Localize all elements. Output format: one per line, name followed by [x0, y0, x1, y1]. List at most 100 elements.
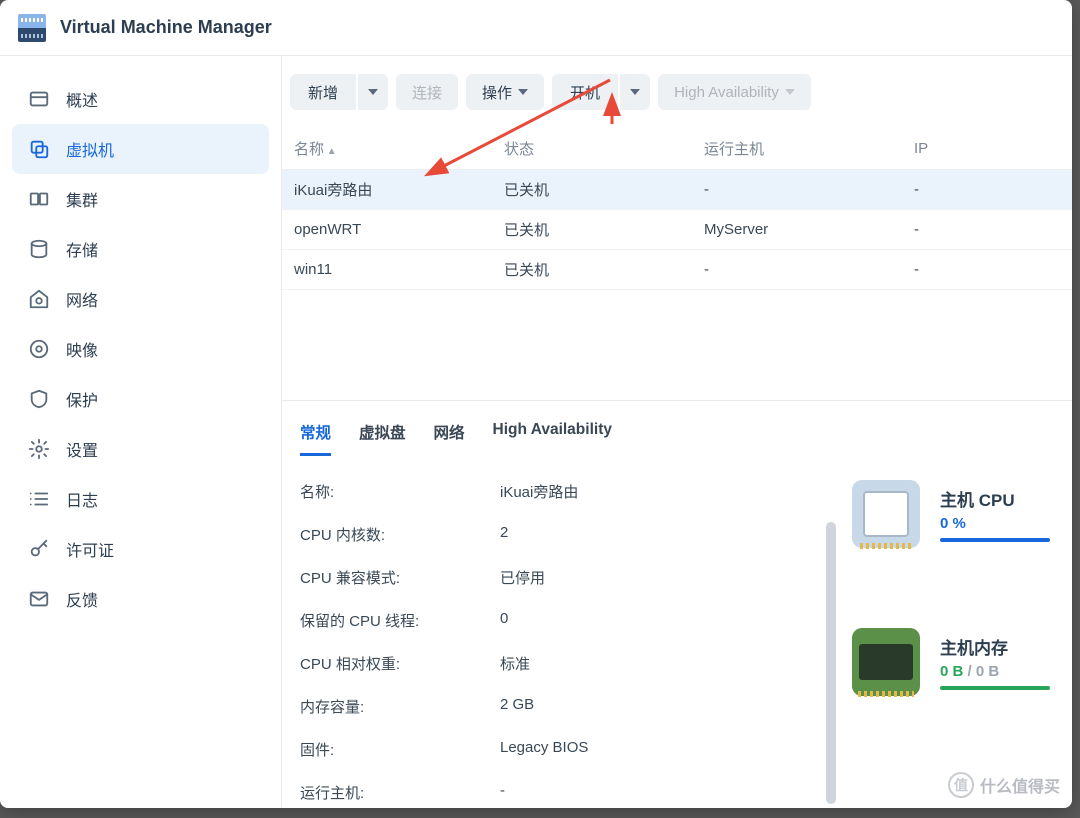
- sidebar-label: 许可证: [66, 537, 114, 561]
- spec-val: -: [500, 782, 505, 803]
- cell-host: MyServer: [692, 210, 902, 250]
- caret-down-icon: [630, 89, 640, 95]
- sidebar-item-vms[interactable]: 虚拟机: [12, 124, 269, 174]
- spec-val: 标准: [500, 653, 530, 674]
- add-button[interactable]: 新增: [290, 74, 356, 110]
- spec-row: CPU 相对权重:标准: [300, 642, 820, 685]
- spec-val: 2 GB: [500, 696, 534, 717]
- sidebar-label: 概述: [66, 87, 98, 111]
- mail-icon: [28, 588, 50, 610]
- image-icon: [28, 338, 50, 360]
- spec-val: 已停用: [500, 567, 545, 588]
- table-row[interactable]: iKuai旁路由 已关机 - -: [282, 170, 1072, 210]
- storage-icon: [28, 238, 50, 260]
- network-icon: [28, 288, 50, 310]
- table-header-row: 名称 状态 运行主机 IP: [282, 128, 1072, 170]
- spec-row: 保留的 CPU 线程:0: [300, 599, 820, 642]
- sidebar-item-logs[interactable]: 日志: [12, 474, 269, 524]
- watermark: 值什么值得买: [948, 772, 1060, 798]
- sidebar-item-protect[interactable]: 保护: [12, 374, 269, 424]
- sidebar: 概述 虚拟机 集群 存储 网络 映像: [0, 56, 282, 808]
- spec-row: CPU 兼容模式:已停用: [300, 556, 820, 599]
- cell-status: 已关机: [492, 250, 692, 290]
- detail-tabs: 常规 虚拟盘 网络 High Availability: [282, 401, 1072, 456]
- ha-label: High Availability: [674, 84, 779, 101]
- col-host[interactable]: 运行主机: [692, 128, 902, 170]
- app-icon: [18, 14, 46, 42]
- action-button[interactable]: 操作: [466, 74, 544, 110]
- col-name[interactable]: 名称: [282, 128, 492, 170]
- spec-key: 运行主机:: [300, 782, 500, 803]
- table-row[interactable]: win11 已关机 - -: [282, 250, 1072, 290]
- memory-icon: [852, 628, 920, 696]
- spec-val: 0: [500, 610, 508, 631]
- spec-val: 2: [500, 524, 508, 545]
- vm-icon: [28, 138, 50, 160]
- spec-row: 固件:Legacy BIOS: [300, 728, 820, 771]
- spec-key: 名称:: [300, 481, 500, 502]
- sidebar-label: 集群: [66, 187, 98, 211]
- cell-status: 已关机: [492, 170, 692, 210]
- stat-mem: 主机内存 0 B / 0 B: [852, 628, 1072, 696]
- stat-cpu-val: 0 %: [940, 515, 1050, 532]
- cell-status: 已关机: [492, 210, 692, 250]
- col-ip[interactable]: IP: [902, 128, 1072, 170]
- sidebar-item-storage[interactable]: 存储: [12, 224, 269, 274]
- cell-ip: -: [902, 250, 1072, 290]
- sidebar-item-image[interactable]: 映像: [12, 324, 269, 374]
- cell-host: -: [692, 170, 902, 210]
- tab-ha[interactable]: High Availability: [493, 411, 612, 456]
- spec-row: CPU 内核数:2: [300, 513, 820, 556]
- key-icon: [28, 538, 50, 560]
- spec-val: Legacy BIOS: [500, 739, 588, 760]
- spec-key: CPU 内核数:: [300, 524, 500, 545]
- spec-key: CPU 相对权重:: [300, 653, 500, 674]
- sidebar-item-license[interactable]: 许可证: [12, 524, 269, 574]
- power-dropdown-toggle[interactable]: [620, 74, 650, 110]
- scrollbar-thumb[interactable]: [826, 522, 836, 804]
- spec-row: 运行主机:-: [300, 771, 820, 808]
- sidebar-label: 设置: [66, 437, 98, 461]
- app-title: Virtual Machine Manager: [60, 17, 272, 38]
- spec-key: CPU 兼容模式:: [300, 567, 500, 588]
- cell-ip: -: [902, 170, 1072, 210]
- title-bar: Virtual Machine Manager: [0, 0, 1072, 56]
- mem-bar: [940, 686, 1050, 690]
- sidebar-item-network[interactable]: 网络: [12, 274, 269, 324]
- sidebar-label: 保护: [66, 387, 98, 411]
- spec-key: 保留的 CPU 线程:: [300, 610, 500, 631]
- gear-icon: [28, 438, 50, 460]
- cell-name: win11: [282, 250, 492, 290]
- tab-general[interactable]: 常规: [300, 411, 331, 456]
- sidebar-item-overview[interactable]: 概述: [12, 74, 269, 124]
- cpu-icon: [852, 480, 920, 548]
- tab-network[interactable]: 网络: [434, 411, 465, 456]
- table-row[interactable]: openWRT 已关机 MyServer -: [282, 210, 1072, 250]
- sidebar-label: 日志: [66, 487, 98, 511]
- spec-val: iKuai旁路由: [500, 481, 578, 502]
- detail-panel: 常规 虚拟盘 网络 High Availability 名称:iKuai旁路由 …: [282, 400, 1072, 808]
- host-stats: 主机 CPU 0 % 主机内存 0 B / 0 B: [852, 470, 1072, 808]
- sidebar-item-feedback[interactable]: 反馈: [12, 574, 269, 624]
- add-dropdown-toggle[interactable]: [358, 74, 388, 110]
- power-button[interactable]: 开机: [552, 74, 618, 110]
- shield-icon: [28, 388, 50, 410]
- sidebar-item-cluster[interactable]: 集群: [12, 174, 269, 224]
- sidebar-label: 虚拟机: [66, 137, 114, 161]
- spec-row: 内存容量:2 GB: [300, 685, 820, 728]
- spec-list: 名称:iKuai旁路由 CPU 内核数:2 CPU 兼容模式:已停用 保留的 C…: [300, 470, 820, 808]
- tab-vdisk[interactable]: 虚拟盘: [359, 411, 406, 456]
- connect-button[interactable]: 连接: [396, 74, 458, 110]
- sidebar-label: 反馈: [66, 587, 98, 611]
- spec-key: 固件:: [300, 739, 500, 760]
- sidebar-label: 映像: [66, 337, 98, 361]
- spec-key: 内存容量:: [300, 696, 500, 717]
- app-window: Virtual Machine Manager 概述 虚拟机 集群 存储: [0, 0, 1072, 808]
- cell-name: openWRT: [282, 210, 492, 250]
- ha-button[interactable]: High Availability: [658, 74, 811, 110]
- col-status[interactable]: 状态: [492, 128, 692, 170]
- sidebar-item-settings[interactable]: 设置: [12, 424, 269, 474]
- stat-cpu-label: 主机 CPU: [940, 486, 1050, 511]
- vm-table: 名称 状态 运行主机 IP iKuai旁路由 已关机 - - openWRT: [282, 128, 1072, 290]
- cell-ip: -: [902, 210, 1072, 250]
